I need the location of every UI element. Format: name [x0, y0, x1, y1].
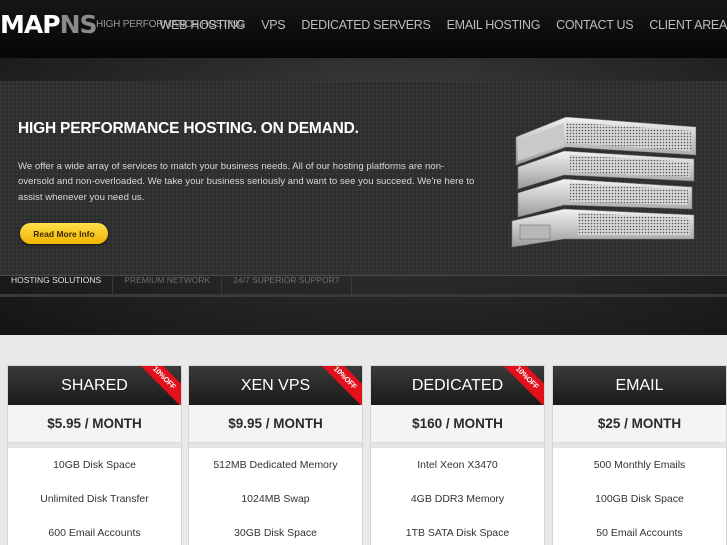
- plan-title: EMAIL: [553, 366, 726, 405]
- plan-feature: Unlimited Disk Transfer: [40, 493, 149, 505]
- plan-title: XEN VPS 10%OFF: [189, 366, 362, 405]
- plan-feature: 100GB Disk Space: [595, 493, 684, 505]
- plan-title: SHARED 10%OFF: [8, 366, 181, 405]
- plan-feature: 50 Email Accounts: [596, 527, 683, 539]
- nav-web-hosting[interactable]: WEB HOSTING: [152, 15, 254, 37]
- plan-feature: 1024MB Swap: [241, 493, 310, 505]
- logo[interactable]: MAPNS: [0, 10, 97, 40]
- hero-tabs: HOSTING SOLUTIONS PREMIUM NETWORK 24/7 S…: [0, 266, 352, 294]
- hero-banner: HIGH PERFORMANCE HOSTING. ON DEMAND. We …: [0, 58, 727, 335]
- plan-title: DEDICATED 10%OFF: [371, 366, 544, 405]
- plan-feature: 30GB Disk Space: [234, 527, 317, 539]
- main-nav: WEB HOSTING VPS DEDICATED SERVERS EMAIL …: [160, 15, 727, 37]
- plan-card-dedicated[interactable]: DEDICATED 10%OFF $160 / MONTH Intel Xeon…: [370, 365, 545, 545]
- tab-superior-support[interactable]: 24/7 SUPERIOR SUPPORT: [222, 266, 352, 294]
- discount-ribbon: 10%OFF: [496, 366, 544, 405]
- plan-feature: 500 Monthly Emails: [593, 459, 686, 471]
- server-rack-icon: [511, 117, 696, 248]
- discount-ribbon: 10%OFF: [314, 366, 362, 405]
- hero-panel: HIGH PERFORMANCE HOSTING. ON DEMAND. We …: [0, 81, 727, 276]
- nav-vps[interactable]: VPS: [253, 15, 293, 37]
- plan-card-email[interactable]: EMAIL $25 / MONTH 500 Monthly Emails 100…: [552, 365, 727, 545]
- nav-contact-us[interactable]: CONTACT US: [548, 15, 641, 37]
- tab-hosting-solutions[interactable]: HOSTING SOLUTIONS: [0, 266, 114, 294]
- hero-divider: [0, 294, 727, 297]
- plan-feature: 1TB SATA Disk Space: [405, 527, 510, 539]
- plans-section: SHARED 10%OFF $5.95 / MONTH 10GB Disk Sp…: [0, 335, 727, 545]
- nav-client-area[interactable]: CLIENT AREA: [641, 15, 727, 37]
- read-more-button[interactable]: Read More Info: [20, 223, 108, 244]
- nav-email-hosting[interactable]: EMAIL HOSTING: [439, 15, 549, 37]
- hero-title: HIGH PERFORMANCE HOSTING. ON DEMAND.: [18, 120, 359, 137]
- nav-dedicated-servers[interactable]: DEDICATED SERVERS: [293, 15, 438, 37]
- plan-card-xen-vps[interactable]: XEN VPS 10%OFF $9.95 / MONTH 512MB Dedic…: [188, 365, 363, 545]
- tab-premium-network[interactable]: PREMIUM NETWORK: [113, 266, 223, 294]
- plan-price: $160 / MONTH: [371, 405, 544, 443]
- plan-price: $9.95 / MONTH: [189, 405, 362, 443]
- plan-card-shared[interactable]: SHARED 10%OFF $5.95 / MONTH 10GB Disk Sp…: [7, 365, 182, 545]
- plan-feature: Intel Xeon X3470: [417, 459, 498, 471]
- hero-text: We offer a wide array of services to mat…: [18, 161, 475, 203]
- plan-price: $5.95 / MONTH: [8, 405, 181, 443]
- plan-feature: 600 Email Accounts: [48, 527, 141, 539]
- plan-feature: 4GB DDR3 Memory: [410, 493, 505, 505]
- plan-feature: 10GB Disk Space: [53, 459, 136, 471]
- plan-feature: 512MB Dedicated Memory: [213, 459, 338, 471]
- plan-price: $25 / MONTH: [553, 405, 726, 443]
- site-header: MAPNS HIGH PERFORMANCE HOSTING WEB HOSTI…: [0, 0, 727, 58]
- discount-ribbon: 10%OFF: [133, 366, 181, 405]
